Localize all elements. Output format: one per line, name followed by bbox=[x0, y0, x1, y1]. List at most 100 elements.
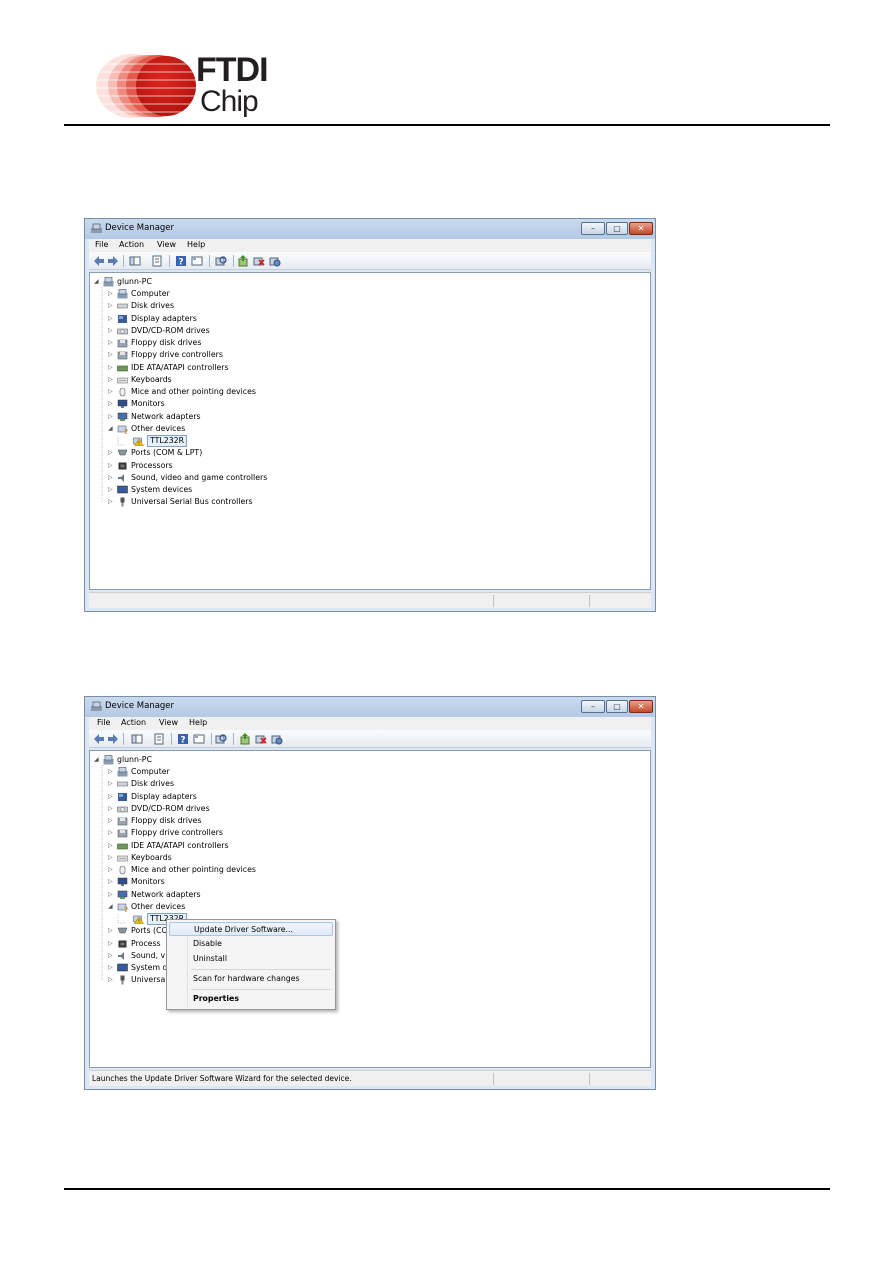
expand-icon[interactable]: ▷ bbox=[108, 350, 113, 360]
menu-item-scan[interactable]: Scan for hardware changes bbox=[169, 972, 333, 986]
expand-icon[interactable]: ▷ bbox=[108, 975, 113, 985]
scan-hardware-icon[interactable] bbox=[215, 733, 227, 745]
sound-icon bbox=[118, 473, 124, 482]
expand-icon[interactable]: ▷ bbox=[108, 890, 113, 900]
expand-icon[interactable]: ▷ bbox=[108, 792, 113, 802]
expand-icon[interactable]: ▷ bbox=[108, 939, 113, 949]
expand-icon[interactable]: ▷ bbox=[108, 473, 113, 483]
expand-icon[interactable]: ▷ bbox=[108, 314, 113, 324]
expand-icon[interactable]: ▷ bbox=[108, 326, 113, 336]
menu-help[interactable]: Help bbox=[189, 718, 207, 727]
computer-icon bbox=[103, 755, 114, 765]
dvd-drive-icon bbox=[117, 328, 128, 335]
menu-item-disable[interactable]: Disable bbox=[169, 937, 333, 951]
category-label: Mice and other pointing devices bbox=[131, 387, 256, 396]
category-label: Floppy drive controllers bbox=[131, 350, 223, 360]
menu-file[interactable]: File bbox=[97, 718, 110, 727]
other-devices-icon: ? bbox=[117, 903, 128, 912]
maximize-button[interactable]: ▢ bbox=[606, 700, 628, 713]
sound-icon bbox=[118, 951, 124, 960]
expand-icon[interactable]: ▷ bbox=[108, 865, 113, 875]
update-driver-icon[interactable] bbox=[237, 255, 249, 267]
expand-icon[interactable]: ▷ bbox=[108, 951, 113, 961]
expand-icon[interactable]: ▷ bbox=[108, 485, 113, 495]
processor-icon bbox=[118, 462, 127, 469]
collapse-icon[interactable]: ◢ bbox=[94, 755, 99, 765]
expand-icon[interactable]: ▷ bbox=[108, 926, 113, 936]
expand-icon[interactable]: ▷ bbox=[108, 853, 113, 863]
uninstall-icon[interactable] bbox=[253, 255, 265, 267]
menu-file[interactable]: File bbox=[95, 240, 108, 249]
menu-view[interactable]: View bbox=[159, 718, 178, 727]
expand-icon[interactable]: ▷ bbox=[108, 412, 113, 422]
svg-text:?: ? bbox=[124, 906, 128, 912]
scan-hardware-icon[interactable] bbox=[215, 255, 227, 267]
expand-icon[interactable]: ▷ bbox=[108, 461, 113, 471]
back-arrow-icon[interactable] bbox=[93, 255, 105, 267]
view-icon[interactable] bbox=[191, 255, 203, 267]
category-label: IDE ATA/ATAPI controllers bbox=[131, 362, 229, 372]
back-arrow-icon[interactable] bbox=[93, 733, 105, 745]
expand-icon[interactable]: ▷ bbox=[108, 363, 113, 373]
properties-icon[interactable] bbox=[153, 733, 165, 745]
collapse-icon[interactable]: ◢ bbox=[108, 424, 113, 434]
disable-icon[interactable] bbox=[269, 255, 281, 267]
title-bar[interactable]: Device Manager – ▢ ✕ bbox=[85, 219, 655, 239]
collapse-icon[interactable]: ◢ bbox=[94, 277, 99, 287]
collapse-icon[interactable]: ◢ bbox=[108, 902, 113, 912]
expand-icon[interactable]: ▷ bbox=[108, 375, 113, 385]
maximize-icon: ▢ bbox=[613, 702, 621, 711]
expand-icon[interactable]: ▷ bbox=[108, 877, 113, 887]
close-button[interactable]: ✕ bbox=[629, 222, 653, 235]
expand-icon[interactable]: ▷ bbox=[108, 767, 113, 777]
expand-icon[interactable]: ▷ bbox=[108, 804, 113, 814]
toolbar-separator bbox=[233, 255, 234, 267]
expand-icon[interactable]: ▷ bbox=[108, 448, 113, 458]
expand-icon[interactable]: ▷ bbox=[108, 301, 113, 311]
menu-action[interactable]: Action bbox=[121, 718, 146, 727]
menu-help[interactable]: Help bbox=[187, 240, 205, 249]
uninstall-icon[interactable] bbox=[255, 733, 267, 745]
forward-arrow-icon[interactable] bbox=[107, 255, 119, 267]
menu-item-properties[interactable]: Properties bbox=[169, 992, 333, 1006]
show-hide-console-tree-icon[interactable] bbox=[129, 255, 141, 267]
toolbar-separator bbox=[123, 733, 124, 745]
category-label: Processors bbox=[131, 460, 173, 470]
menu-item-uninstall[interactable]: Uninstall bbox=[169, 952, 333, 966]
expand-icon[interactable]: ▷ bbox=[108, 828, 113, 838]
minimize-button[interactable]: – bbox=[581, 700, 605, 713]
system-devices-icon bbox=[117, 485, 128, 494]
close-button[interactable]: ✕ bbox=[629, 700, 653, 713]
expand-icon[interactable]: ▷ bbox=[108, 338, 113, 348]
expand-icon[interactable]: ▷ bbox=[108, 963, 113, 973]
category-label: Ports (COM & LPT) bbox=[131, 448, 203, 458]
title-bar[interactable]: Device Manager – ▢ ✕ bbox=[85, 697, 655, 717]
expand-icon[interactable]: ▷ bbox=[108, 779, 113, 789]
help-icon[interactable]: ? bbox=[177, 733, 189, 745]
menu-item-update-driver[interactable]: Update Driver Software... bbox=[169, 922, 333, 936]
expand-icon[interactable]: ▷ bbox=[108, 497, 113, 507]
expand-icon[interactable]: ▷ bbox=[108, 816, 113, 826]
update-driver-icon[interactable] bbox=[239, 733, 251, 745]
svg-text:?: ? bbox=[124, 428, 128, 434]
help-icon[interactable]: ? bbox=[175, 255, 187, 267]
ide-controller-icon bbox=[117, 365, 128, 371]
root-label: glunn-PC bbox=[117, 755, 152, 764]
warning-device-icon: ! bbox=[133, 437, 144, 446]
expand-icon[interactable]: ▷ bbox=[108, 289, 113, 299]
view-icon[interactable] bbox=[193, 733, 205, 745]
device-manager-window-2: Device Manager – ▢ ✕ File Action View He… bbox=[84, 696, 656, 1090]
minimize-button[interactable]: – bbox=[581, 222, 605, 235]
expand-icon[interactable]: ▷ bbox=[108, 387, 113, 397]
status-bar: Launches the Update Driver Software Wiza… bbox=[89, 1070, 651, 1086]
expand-icon[interactable]: ▷ bbox=[108, 399, 113, 409]
expand-icon[interactable]: ▷ bbox=[108, 841, 113, 851]
show-hide-console-tree-icon[interactable] bbox=[131, 733, 143, 745]
maximize-button[interactable]: ▢ bbox=[606, 222, 628, 235]
forward-arrow-icon[interactable] bbox=[107, 733, 119, 745]
disable-icon[interactable] bbox=[271, 733, 283, 745]
properties-icon[interactable] bbox=[151, 255, 163, 267]
device-manager-window-1: Device Manager – ▢ ✕ File Action View He… bbox=[84, 218, 656, 612]
menu-action[interactable]: Action bbox=[119, 240, 144, 249]
menu-view[interactable]: View bbox=[157, 240, 176, 249]
